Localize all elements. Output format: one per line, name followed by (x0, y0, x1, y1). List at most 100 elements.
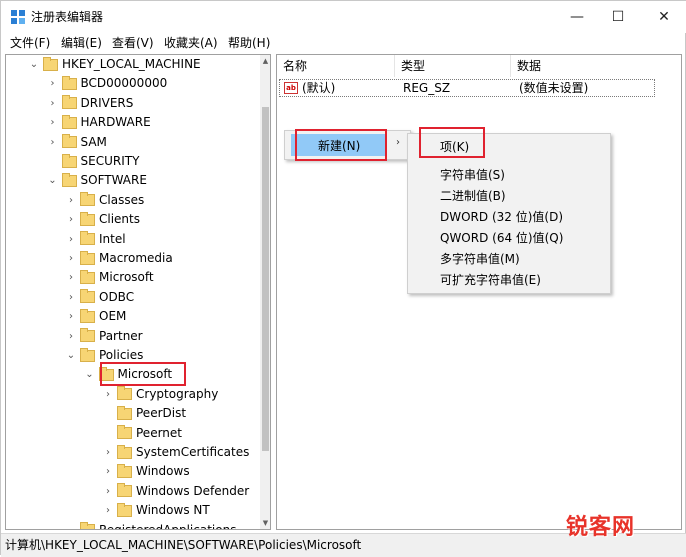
tree-item[interactable]: › ODBC (65, 288, 134, 307)
tree-item[interactable]: › Classes (65, 191, 144, 210)
tree-item[interactable]: RegisteredApplications (65, 521, 236, 529)
new-menu-highlight (295, 129, 387, 161)
chevron-right-icon[interactable]: › (102, 482, 114, 501)
tree-item-label: Windows (136, 464, 190, 479)
folder-icon (117, 405, 132, 420)
close-button[interactable]: ✕ (641, 1, 686, 33)
tree-item-label: SOFTWARE (80, 173, 147, 188)
tree-item[interactable]: › SystemCertificates (102, 443, 249, 462)
chevron-right-icon[interactable]: › (65, 307, 77, 326)
tree-item-label: Microsoft (99, 270, 154, 285)
tree-item[interactable]: › Cryptography (102, 385, 218, 404)
tree-connector (102, 424, 114, 443)
chevron-right-icon[interactable]: › (102, 443, 114, 462)
folder-icon (61, 75, 77, 90)
tree-item[interactable]: › Partner (65, 327, 143, 346)
chevron-down-icon[interactable]: ⌄ (28, 55, 40, 74)
tree-item[interactable]: › Windows (102, 462, 190, 481)
submenu-item-binary[interactable]: 二进制值(B) (440, 186, 506, 206)
tree-item[interactable]: › DRIVERS (47, 94, 133, 113)
minimize-button[interactable]: — (554, 1, 600, 33)
tree-item[interactable]: Peernet (102, 424, 182, 443)
column-header-type[interactable]: 类型 (395, 55, 511, 77)
chevron-right-icon[interactable]: › (47, 94, 59, 113)
chevron-right-icon[interactable]: › (65, 230, 77, 249)
chevron-down-icon[interactable]: ⌄ (65, 346, 77, 365)
submenu-item-dword[interactable]: DWORD (32 位)值(D) (440, 207, 563, 227)
tree-scrollbar[interactable]: ▲ ▼ (260, 55, 270, 529)
tree-item[interactable]: › Clients (65, 210, 140, 229)
menu-file[interactable]: 文件(F) (10, 35, 50, 51)
chevron-right-icon[interactable]: › (102, 385, 114, 404)
chevron-right-icon[interactable]: › (65, 327, 77, 346)
tree-item[interactable]: ⌄ SOFTWARE (47, 171, 147, 190)
tree-item[interactable]: › SAM (47, 133, 107, 152)
chevron-down-icon[interactable]: ⌄ (47, 171, 59, 190)
tree-item[interactable]: › OEM (65, 307, 126, 326)
chevron-right-icon[interactable]: › (47, 74, 59, 93)
tree-connector (65, 521, 77, 529)
scroll-up-arrow-icon[interactable]: ▲ (260, 55, 270, 67)
tree-item-label: PeerDist (136, 406, 187, 421)
menu-help[interactable]: 帮助(H) (228, 35, 270, 51)
folder-icon (61, 153, 77, 168)
menu-view[interactable]: 查看(V) (112, 35, 154, 51)
scroll-down-arrow-icon[interactable]: ▼ (260, 517, 270, 529)
folder-icon (43, 56, 58, 71)
string-value-icon: ab (284, 82, 298, 94)
scrollbar-thumb[interactable] (262, 107, 269, 451)
key-item-highlight (419, 127, 485, 158)
chevron-right-icon[interactable]: › (65, 268, 77, 287)
submenu-item-qword[interactable]: QWORD (64 位)值(Q) (440, 228, 563, 248)
chevron-right-icon[interactable]: › (65, 191, 77, 210)
tree-item[interactable]: › Macromedia (65, 249, 173, 268)
chevron-right-icon[interactable]: › (65, 288, 77, 307)
tree-connector (47, 152, 59, 171)
tree-item-label: SECURITY (80, 154, 140, 168)
tree-item[interactable]: › Microsoft (65, 268, 154, 287)
column-header-name[interactable]: 名称 (277, 55, 395, 77)
tree-item-label: ODBC (99, 289, 135, 304)
submenu-item-expandable-string[interactable]: 可扩充字符串值(E) (440, 270, 541, 290)
value-type: REG_SZ (403, 81, 451, 95)
tree-item-label: Windows Defender (136, 483, 250, 498)
tree-item[interactable]: › HARDWARE (47, 113, 151, 132)
column-header-data[interactable]: 数据 (511, 55, 681, 77)
maximize-button[interactable]: ☐ (595, 1, 641, 33)
tree-item[interactable]: › Windows Defender (102, 482, 249, 501)
tree-item[interactable]: ⌄ HKEY_LOCAL_MACHINE (28, 55, 201, 74)
folder-icon (80, 308, 95, 323)
chevron-right-icon[interactable]: › (102, 462, 114, 481)
tree-item[interactable]: › Intel (65, 230, 126, 249)
menu-edit[interactable]: 编辑(E) (61, 35, 102, 51)
tree-item-label: Peernet (136, 425, 182, 440)
tree-item[interactable]: SECURITY (47, 152, 140, 171)
tree-item-label: SAM (80, 134, 107, 149)
chevron-right-icon[interactable]: › (65, 249, 77, 268)
registry-tree[interactable]: ⌄ HKEY_LOCAL_MACHINE › BCD00000000 › DRIVERS ›… (5, 54, 271, 530)
tree-item-label: Intel (99, 231, 126, 246)
submenu-item-string[interactable]: 字符串值(S) (440, 165, 505, 185)
chevron-right-icon[interactable]: › (102, 501, 114, 520)
chevron-down-icon[interactable]: ⌄ (84, 365, 96, 384)
registry-editor-window: 注册表编辑器 — ☐ ✕ 文件(F) 编辑(E) 查看(V) 收藏夹(A) 帮助… (0, 0, 686, 557)
submenu-item-multi-string[interactable]: 多字符串值(M) (440, 249, 520, 269)
tree-item[interactable]: PeerDist (102, 404, 186, 423)
chevron-right-icon[interactable]: › (47, 133, 59, 152)
tree-item-label: SystemCertificates (136, 445, 250, 459)
tree-item-label: Macromedia (99, 251, 173, 265)
folder-icon (61, 95, 77, 110)
tree-item[interactable]: › BCD00000000 (47, 74, 168, 93)
tree-item-label: BCD00000000 (80, 76, 168, 91)
folder-icon (80, 347, 95, 362)
tree-item-label: Partner (99, 328, 143, 343)
folder-icon (117, 463, 132, 478)
tree-item[interactable]: › Windows NT (102, 501, 210, 520)
chevron-right-icon[interactable]: › (47, 113, 59, 132)
folder-icon (117, 425, 132, 440)
value-data: (数值未设置) (519, 81, 589, 95)
menu-favorites[interactable]: 收藏夹(A) (164, 35, 218, 51)
table-row[interactable]: ab (默认) REG_SZ (数值未设置) (279, 79, 655, 97)
folder-icon (117, 386, 132, 401)
chevron-right-icon[interactable]: › (65, 210, 77, 229)
